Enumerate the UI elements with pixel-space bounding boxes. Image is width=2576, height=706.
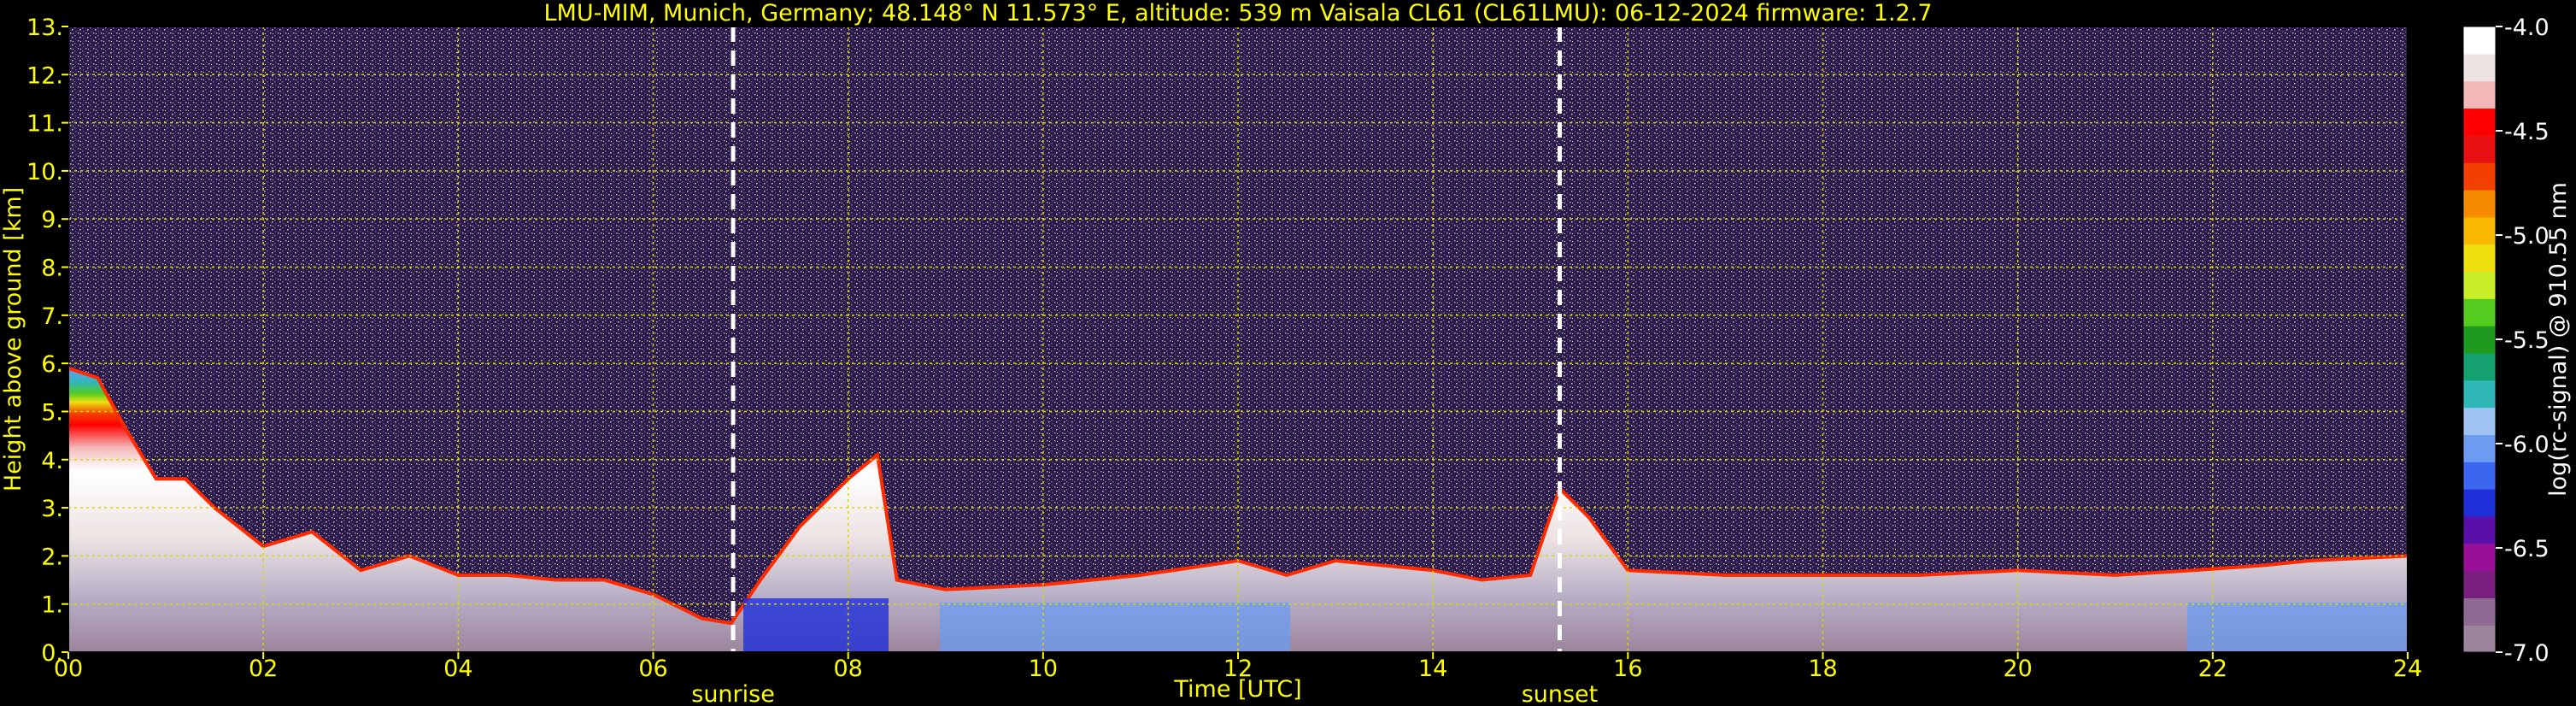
colorbar-segment [2463, 515, 2496, 544]
colorbar-segment [2463, 597, 2496, 626]
chart-title: LMU-MIM, Munich, Germany; 48.148° N 11.5… [543, 0, 1932, 26]
sunrise-label: sunrise [691, 681, 775, 706]
y-axis-label: Height above ground [km] [0, 187, 26, 491]
colorbar-segment [2463, 162, 2496, 191]
colorbar-segment [2463, 53, 2496, 82]
colorbar-segment [2463, 298, 2496, 327]
x-tick-label: 16 [1613, 656, 1642, 682]
x-tick-label: 14 [1418, 656, 1447, 682]
colorbar: -4.0 -4.5 -5.0 -5.5 -6.0 -6.5 -7.0 [2462, 15, 2550, 667]
colorbar-segment [2463, 244, 2496, 273]
colorbar-tick-label: -4.0 [2504, 15, 2550, 41]
colorbar-segment [2463, 352, 2496, 381]
x-tick-label: 04 [443, 656, 472, 682]
x-tick-label: 20 [2003, 656, 2032, 682]
colorbar-tick-label: -7.0 [2504, 640, 2550, 667]
colorbar-segment [2463, 625, 2496, 653]
y-tick-label: 2. [41, 544, 63, 570]
y-tick-label: 4. [41, 448, 63, 474]
colorbar-segment [2463, 543, 2496, 572]
y-tick-label: 1. [41, 592, 63, 619]
y-tick-label: 13. [26, 15, 63, 41]
x-tick-label: 10 [1029, 656, 1058, 682]
x-axis-label: Time [UTC] [1173, 676, 1301, 703]
lower-layer-evening [2187, 603, 2408, 652]
colorbar-segment [2463, 379, 2496, 409]
y-tick-label: 12. [26, 62, 63, 89]
y-tick-label: 3. [41, 496, 63, 522]
colorbar-segment [2463, 326, 2496, 354]
x-tick-label: 02 [249, 656, 278, 682]
colorbar-segment [2463, 407, 2496, 435]
colorbar-segment [2463, 26, 2496, 55]
colorbar-segment [2463, 189, 2496, 218]
x-tick-label: 18 [1808, 656, 1837, 682]
x-tick-label: 24 [2393, 656, 2422, 682]
colorbar-segment [2463, 135, 2496, 163]
colorbar-tick-label: -5.5 [2504, 327, 2550, 354]
colorbar-segment [2463, 570, 2496, 598]
colorbar-tick-label: -5.0 [2504, 223, 2550, 250]
x-tick-label: 00 [54, 656, 83, 682]
y-tick-label: 11. [26, 111, 63, 138]
colorbar-segment [2463, 462, 2496, 490]
x-tick-label: 08 [833, 656, 862, 682]
colorbar-segment [2463, 434, 2496, 462]
ceilometer-chart: sunrise sunset 0.1.2.3.4.5.6.7.8.9.10.11.… [0, 0, 2572, 706]
y-tick-label: 10. [26, 159, 63, 185]
colorbar-segment [2463, 80, 2496, 109]
colorbar-segment [2463, 489, 2496, 517]
y-tick-label: 9. [41, 207, 63, 233]
colorbar-label: log(rc-signal) @ 910.55 nm [2545, 182, 2572, 497]
x-tick-label: 22 [2198, 656, 2227, 682]
colorbar-segment [2463, 108, 2496, 136]
y-tick-label: 5. [41, 399, 63, 426]
x-tick-label: 06 [638, 656, 667, 682]
colorbar-tick-label: -6.0 [2504, 432, 2550, 458]
colorbar-segment [2463, 216, 2496, 245]
colorbar-tick-label: -4.5 [2504, 119, 2550, 145]
lower-layer-morning [743, 598, 889, 652]
y-tick-label: 8. [41, 256, 63, 282]
sunset-label: sunset [1522, 681, 1599, 706]
colorbar-segment [2463, 271, 2496, 299]
y-tick-label: 7. [41, 303, 63, 330]
y-tick-label: 6. [41, 351, 63, 378]
y-axis: 0.1.2.3.4.5.6.7.8.9.10.11.12.13. [26, 15, 68, 667]
colorbar-tick-label: -6.5 [2504, 536, 2550, 562]
